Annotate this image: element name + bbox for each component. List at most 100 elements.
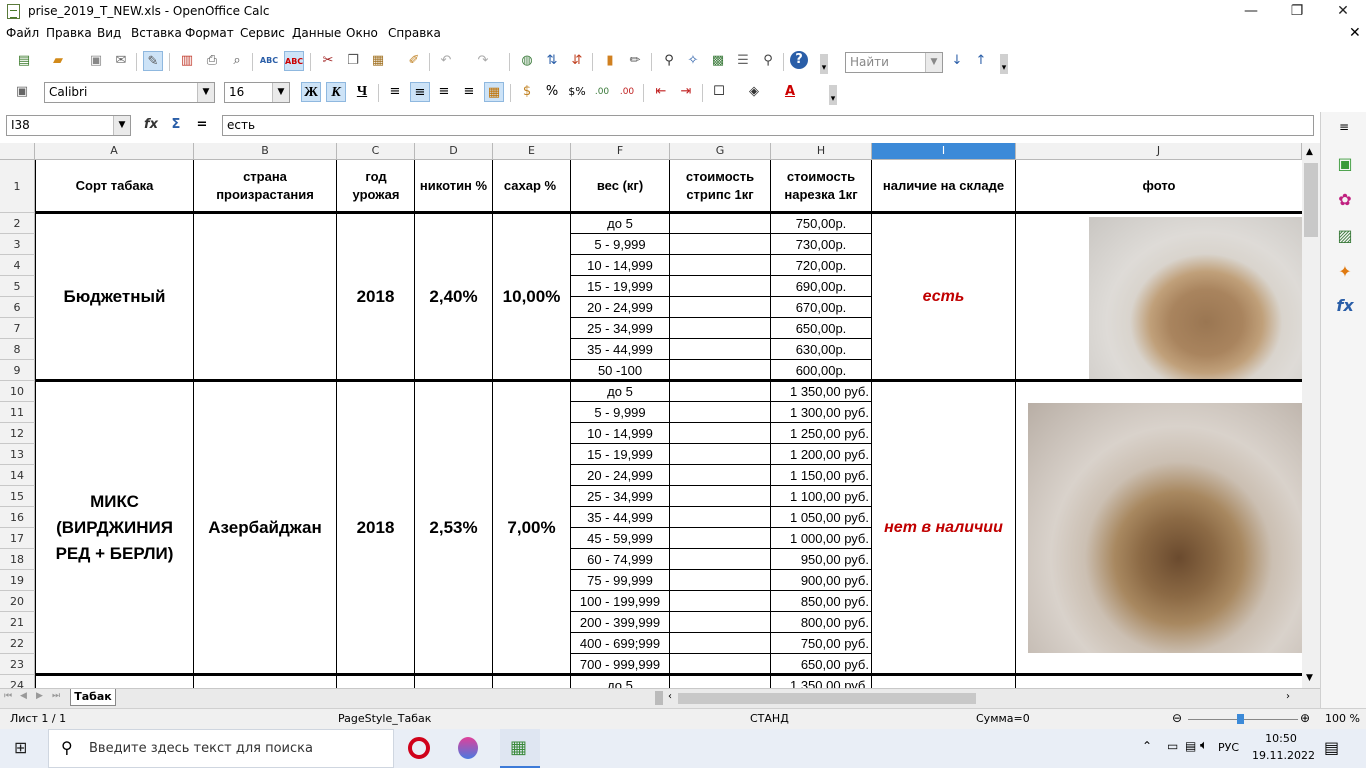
toolbar-overflow-icon[interactable]: ▾ (820, 54, 828, 74)
currency-format-icon[interactable]: $ (517, 82, 537, 102)
header-cell-sugar[interactable]: сахар % (500, 160, 560, 211)
volume-icon[interactable]: 🔈︎ (1200, 738, 1208, 753)
row-header[interactable]: 14 (0, 465, 35, 486)
header-cell-cut-price[interactable]: стоимость нарезка 1кг (774, 160, 868, 211)
select-all-corner[interactable] (0, 143, 35, 160)
undo-icon[interactable]: ↶ (436, 51, 456, 71)
sort-descending-icon[interactable]: ⇵ (567, 51, 587, 71)
menu-edit[interactable]: Правка (46, 26, 92, 40)
formula-input[interactable]: есть (222, 115, 1314, 136)
weight-cell[interactable]: до 5 (571, 214, 669, 234)
menu-tools[interactable]: Сервис (240, 26, 285, 40)
sidebar-menu-icon[interactable]: ≡ (1339, 120, 1349, 134)
show-draw-functions-icon[interactable]: ✏ (625, 51, 645, 71)
stock-status-cell[interactable]: есть (872, 214, 1015, 379)
italic-button[interactable]: К (326, 82, 346, 102)
price-cell[interactable]: 800,00 руб. (771, 613, 871, 633)
weight-cell[interactable]: 10 - 14,999 (571, 424, 669, 444)
zoom-level[interactable]: 100 % (1325, 712, 1360, 725)
row-header[interactable]: 17 (0, 528, 35, 549)
header-cell-photo[interactable]: фото (1016, 160, 1302, 211)
styles-formatting-icon[interactable]: ▣ (12, 82, 32, 102)
scroll-left-icon[interactable]: ‹ (668, 691, 672, 702)
new-document-icon[interactable]: ▤ (14, 51, 34, 71)
network-icon[interactable]: ▤ (1185, 739, 1196, 753)
row-header[interactable]: 7 (0, 318, 35, 339)
row-header[interactable]: 22 (0, 633, 35, 654)
sugar-cell[interactable]: 7,00% (493, 382, 570, 673)
price-cell[interactable]: 850,00 руб. (771, 592, 871, 612)
weight-cell[interactable]: 400 - 699;999 (571, 634, 669, 654)
font-color-icon[interactable]: A (780, 82, 800, 102)
borders-icon[interactable]: ☐ (709, 82, 729, 102)
underline-button[interactable]: Ч (352, 82, 372, 102)
header-cell-weight[interactable]: вес (кг) (571, 160, 669, 211)
row-header[interactable]: 8 (0, 339, 35, 360)
gallery-icon[interactable]: ▨ (1333, 224, 1357, 248)
functions-icon[interactable]: fx (1333, 294, 1357, 318)
column-header-i[interactable]: I (872, 143, 1016, 160)
price-cell[interactable]: 1 350,00 руб. (771, 676, 871, 688)
menu-file[interactable]: Файл (6, 26, 39, 40)
spreadsheet-grid[interactable]: A B C D E F G H I J 1 2 3 4 5 6 7 8 9 10… (0, 143, 1302, 688)
row-header[interactable]: 3 (0, 234, 35, 255)
weight-cell[interactable]: 5 - 9,999 (571, 235, 669, 255)
price-cell[interactable]: 750,00р. (771, 214, 871, 234)
weight-cell[interactable]: 100 - 199,999 (571, 592, 669, 612)
increase-indent-icon[interactable]: ⇥ (676, 82, 696, 102)
price-cell[interactable]: 1 050,00 руб. (771, 508, 871, 528)
price-cell[interactable]: 1 000,00 руб. (771, 529, 871, 549)
weight-cell[interactable]: 700 - 999,999 (571, 655, 669, 673)
save-icon[interactable]: ▣ (86, 51, 106, 71)
nicotine-cell[interactable]: 2,40% (415, 214, 492, 379)
row-header[interactable]: 6 (0, 297, 35, 318)
price-cell[interactable]: 1 150,00 руб. (771, 466, 871, 486)
decrease-indent-icon[interactable]: ⇤ (651, 82, 671, 102)
justify-icon[interactable]: ≡ (459, 82, 479, 102)
sum-icon[interactable]: Σ (166, 115, 186, 135)
hyperlink-icon[interactable]: ◍ (517, 51, 537, 71)
row-header[interactable]: 1 (0, 160, 35, 213)
find-next-icon[interactable]: ↓ (947, 51, 967, 71)
price-cell[interactable]: 950,00 руб. (771, 550, 871, 570)
windows-start-icon[interactable]: ⊞ (14, 739, 32, 757)
power-icon[interactable]: ▭ (1167, 739, 1178, 753)
column-header-c[interactable]: C (337, 143, 415, 160)
variety-cell[interactable]: МИКС (ВИРДЖИНИЯ РЕД + БЕРЛИ) (42, 382, 187, 673)
country-cell[interactable] (194, 214, 336, 379)
taskbar-search-box[interactable]: ⚲ Введите здесь текст для поиска (48, 729, 394, 768)
sugar-cell[interactable]: 10,00% (493, 214, 570, 379)
background-color-icon[interactable]: ◈ (744, 82, 764, 102)
function-icon[interactable]: = (192, 115, 212, 135)
properties-icon[interactable]: ▣ (1333, 152, 1357, 176)
price-cell[interactable]: 1 100,00 руб. (771, 487, 871, 507)
price-cell[interactable]: 670,00р. (771, 298, 871, 318)
weight-cell[interactable]: 200 - 399,999 (571, 613, 669, 633)
scroll-up-icon[interactable]: ▲ (1306, 147, 1313, 157)
price-cell[interactable]: 900,00 руб. (771, 571, 871, 591)
add-decimal-icon[interactable]: .00 (592, 82, 612, 102)
clone-formatting-icon[interactable]: ✐ (404, 51, 424, 71)
column-header-h[interactable]: H (771, 143, 872, 160)
row-header[interactable]: 18 (0, 549, 35, 570)
price-cell[interactable]: 690,00р. (771, 277, 871, 297)
scrollbar-thumb[interactable] (1304, 163, 1318, 237)
weight-cell[interactable]: до 5 (571, 382, 669, 402)
header-cell-strips-price[interactable]: стоимость стрипс 1кг (674, 160, 766, 211)
price-cell[interactable]: 1 200,00 руб. (771, 445, 871, 465)
row-header[interactable]: 2 (0, 213, 35, 234)
weight-cell[interactable]: до 5 (571, 676, 669, 688)
delete-decimal-icon[interactable]: .00 (617, 82, 637, 102)
row-header[interactable]: 9 (0, 360, 35, 381)
autospellcheck-icon[interactable]: ABC (284, 51, 304, 71)
price-cell[interactable]: 720,00р. (771, 256, 871, 276)
variety-cell[interactable]: Бюджетный (36, 214, 193, 379)
column-header-g[interactable]: G (670, 143, 771, 160)
bold-button[interactable]: Ж (301, 82, 321, 102)
browser-drop-icon[interactable] (458, 737, 478, 759)
print-preview-icon[interactable]: ⌕ (227, 51, 247, 71)
vertical-scrollbar[interactable]: ▲ ▼ (1302, 143, 1320, 688)
open-folder-icon[interactable]: ▰ (48, 51, 68, 71)
chevron-down-icon[interactable]: ▼ (272, 83, 289, 102)
scroll-down-icon[interactable]: ▼ (1306, 673, 1313, 683)
